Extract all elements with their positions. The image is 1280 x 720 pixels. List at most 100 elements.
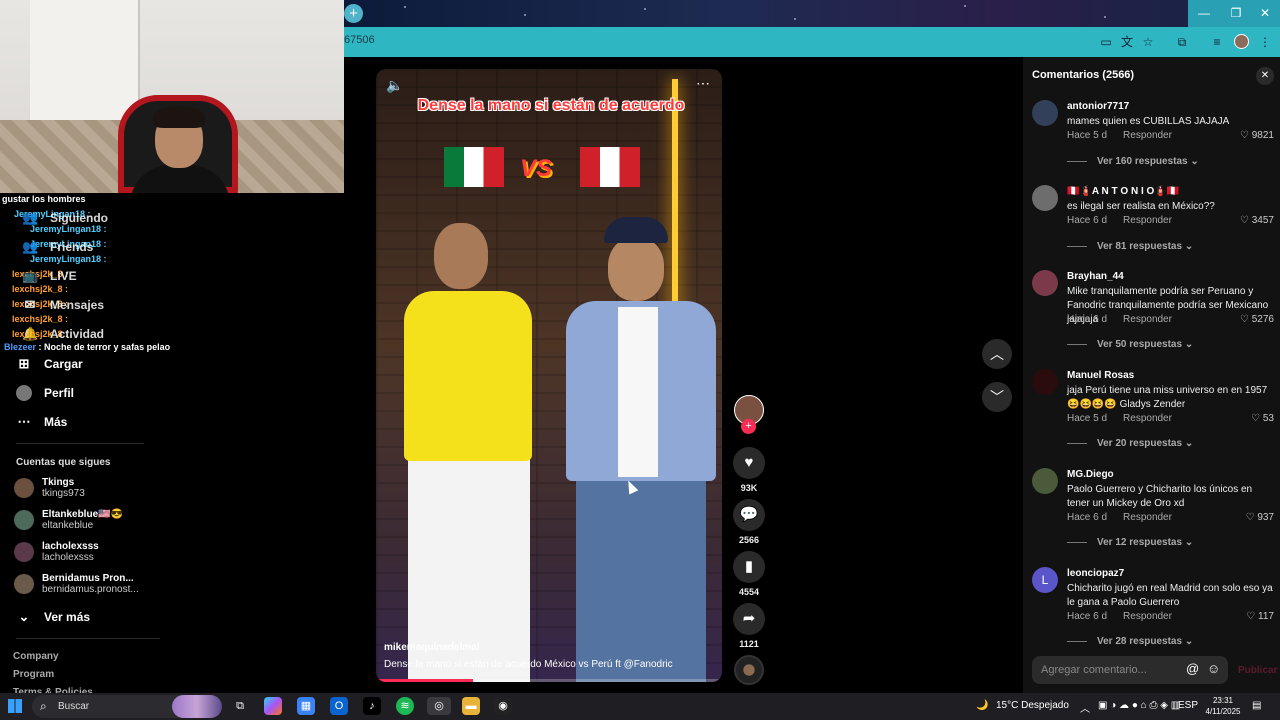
next-video-button[interactable]: ﹀ xyxy=(982,382,1012,412)
comment-user[interactable]: Brayhan_44 xyxy=(1067,271,1124,282)
reply-button[interactable]: Responder xyxy=(1123,413,1172,424)
reply-button[interactable]: Responder xyxy=(1123,215,1172,226)
following-account[interactable]: Eltankeblue🇺🇸😎 eltankeblue xyxy=(14,509,123,531)
post-comment-button[interactable]: Publicar xyxy=(1238,665,1277,676)
avatar[interactable] xyxy=(1032,185,1058,211)
reply-button[interactable]: Responder xyxy=(1123,314,1172,325)
search-label: Buscar xyxy=(58,701,90,712)
sidebar-item-mensajes[interactable]: ✉ Mensajes xyxy=(22,297,104,313)
avatar[interactable]: L xyxy=(1032,567,1058,593)
notifications-icon[interactable]: ▤ xyxy=(1252,700,1261,711)
video-caption: Dense la mano si están de acuerdo México… xyxy=(384,659,673,670)
tray-icons[interactable]: ▣ ◑ ☁ ● ⌂ ⎙ ◈ ▥ xyxy=(1098,700,1180,711)
tiktok-icon[interactable]: ♪ xyxy=(363,697,381,715)
comment-likes[interactable]: ♡ 937 xyxy=(1246,512,1274,523)
volume-icon[interactable]: 🔈 xyxy=(386,77,403,94)
obs-icon[interactable]: ◉ xyxy=(494,697,512,715)
sidebar-item-live[interactable]: 📺 LIVE xyxy=(22,268,77,284)
browser-menu-icon[interactable]: ⋮ xyxy=(1257,34,1273,50)
sidebar-item-friends[interactable]: 👥 Friends xyxy=(22,239,93,255)
view-replies-button[interactable]: Ver 28 respuestas ⌄ xyxy=(1067,636,1193,647)
avatar[interactable] xyxy=(1032,100,1058,126)
taskbar-search[interactable]: ⌕ Buscar xyxy=(32,695,222,718)
view-replies-button[interactable]: Ver 50 respuestas ⌄ xyxy=(1067,339,1193,350)
weather-icon[interactable]: 🌙 xyxy=(976,700,988,711)
video-progress-bar[interactable] xyxy=(376,679,722,682)
video-player[interactable]: Dense la mano si están de acuerdo VS 🔈 ⋯… xyxy=(376,69,722,682)
comment-likes[interactable]: ♡ 53 xyxy=(1251,413,1274,424)
music-disc-icon[interactable] xyxy=(734,655,764,685)
browser-profile-avatar[interactable] xyxy=(1234,34,1249,49)
view-replies-button[interactable]: Ver 81 respuestas ⌄ xyxy=(1067,241,1193,252)
view-replies-button[interactable]: Ver 160 respuestas ⌄ xyxy=(1067,156,1199,167)
language-indicator[interactable]: ESP xyxy=(1178,700,1198,711)
mention-icon[interactable]: @ xyxy=(1186,661,1199,676)
reply-button[interactable]: Responder xyxy=(1123,130,1172,141)
translate-icon[interactable]: 文 xyxy=(1119,34,1135,50)
avatar[interactable] xyxy=(1032,369,1058,395)
friends-icon: 👥 xyxy=(22,239,39,254)
spotify-icon[interactable]: ≋ xyxy=(396,697,414,715)
save-button[interactable]: ▮ 4554 xyxy=(732,551,766,597)
comment-button[interactable]: 💬 2566 xyxy=(732,499,766,545)
reply-button[interactable]: Responder xyxy=(1123,512,1172,523)
chrome-icon[interactable]: ◎ xyxy=(427,697,451,715)
sidebar-item-siguiendo[interactable]: 👥 Siguiendo xyxy=(22,210,108,226)
system-clock[interactable]: 23:31 4/11/2025 xyxy=(1198,695,1248,717)
close-icon[interactable]: ✕ xyxy=(1256,67,1274,85)
emoji-icon[interactable]: ☺ xyxy=(1207,661,1220,676)
copilot-icon[interactable] xyxy=(264,697,282,715)
view-replies-button[interactable]: Ver 12 respuestas ⌄ xyxy=(1067,537,1193,548)
new-tab-button[interactable]: + xyxy=(344,4,363,23)
sidebar-item-cargar[interactable]: ⊞ Cargar xyxy=(16,356,83,372)
reply-button[interactable]: Responder xyxy=(1123,611,1172,622)
sidebar-item-perfil[interactable]: ● Perfil xyxy=(16,385,74,401)
comment-likes[interactable]: ♡ 117 xyxy=(1246,611,1274,622)
profile-avatar-icon: ● xyxy=(16,385,32,401)
task-view-icon[interactable]: ⧉ xyxy=(231,697,249,715)
following-account[interactable]: Bernidamus Pron... bernidamus.pronost... xyxy=(14,573,139,595)
following-account[interactable]: lacholexsss lacholexsss xyxy=(14,541,99,563)
comment-input-placeholder: Agregar comentario... xyxy=(1041,664,1147,676)
minimize-button[interactable]: — xyxy=(1188,0,1220,27)
close-window-button[interactable]: ✕ xyxy=(1250,0,1280,27)
comment-user[interactable]: Manuel Rosas xyxy=(1067,370,1134,381)
comment-meta: Hace 5 d Responder xyxy=(1067,413,1172,424)
restore-button[interactable]: ❐ xyxy=(1220,0,1252,27)
bookmark-star-icon[interactable]: ☆ xyxy=(1140,34,1156,50)
comment-user[interactable]: MG.Diego xyxy=(1067,469,1114,480)
outlook-icon[interactable]: O xyxy=(330,697,348,715)
comment-likes[interactable]: ♡ 3457 xyxy=(1240,215,1274,226)
avatar[interactable] xyxy=(1032,270,1058,296)
comment-likes[interactable]: ♡ 9821 xyxy=(1240,130,1274,141)
comment-input[interactable]: Agregar comentario... @ ☺ xyxy=(1032,656,1228,684)
comment-user[interactable]: antonior7717 xyxy=(1067,101,1129,112)
video-author[interactable]: mikemaquinadelmal xyxy=(384,642,480,653)
tray-chevron-icon[interactable]: ︿ xyxy=(1080,700,1090,715)
versus-label: VS xyxy=(520,155,553,182)
previous-video-button[interactable]: ︿ xyxy=(982,339,1012,369)
windows-start-icon[interactable] xyxy=(8,699,22,713)
avatar[interactable] xyxy=(1032,468,1058,494)
footer-link-program[interactable]: Program xyxy=(13,669,54,680)
sidebar-item-mas[interactable]: ⋯ Más xyxy=(16,414,68,430)
media-icon[interactable]: ≡ xyxy=(1209,34,1225,50)
comment-user[interactable]: 🇵🇪🧯A N T O N I O🧯🇵🇪 xyxy=(1067,186,1179,197)
like-button[interactable]: ♥ 93K xyxy=(732,447,766,493)
comments-panel: Comentarios (2566) ✕ antonior7717 mames … xyxy=(1023,57,1280,693)
weather-text[interactable]: 15°C Despejado xyxy=(996,700,1069,711)
file-explorer-icon[interactable]: ▬ xyxy=(462,697,480,715)
view-replies-button[interactable]: Ver 20 respuestas ⌄ xyxy=(1067,438,1193,449)
see-more-button[interactable]: ⌄ Ver más xyxy=(16,609,91,625)
comment-user[interactable]: leonciopaz7 xyxy=(1067,568,1124,579)
following-account[interactable]: Tkings tkings973 xyxy=(14,477,85,499)
follow-plus-icon[interactable]: + xyxy=(741,419,756,434)
store-icon[interactable]: ▦ xyxy=(297,697,315,715)
cast-icon[interactable]: ▭ xyxy=(1098,34,1114,50)
sidebar-item-actividad[interactable]: 🔔 Actividad xyxy=(22,326,104,342)
comment-likes[interactable]: ♡ 5276 xyxy=(1240,314,1274,325)
footer-link-company[interactable]: Company xyxy=(13,651,59,662)
share-button[interactable]: ➦ 1121 xyxy=(732,603,766,649)
more-options-icon[interactable]: ⋯ xyxy=(696,75,711,92)
extensions-icon[interactable]: ⧉ xyxy=(1174,34,1190,50)
